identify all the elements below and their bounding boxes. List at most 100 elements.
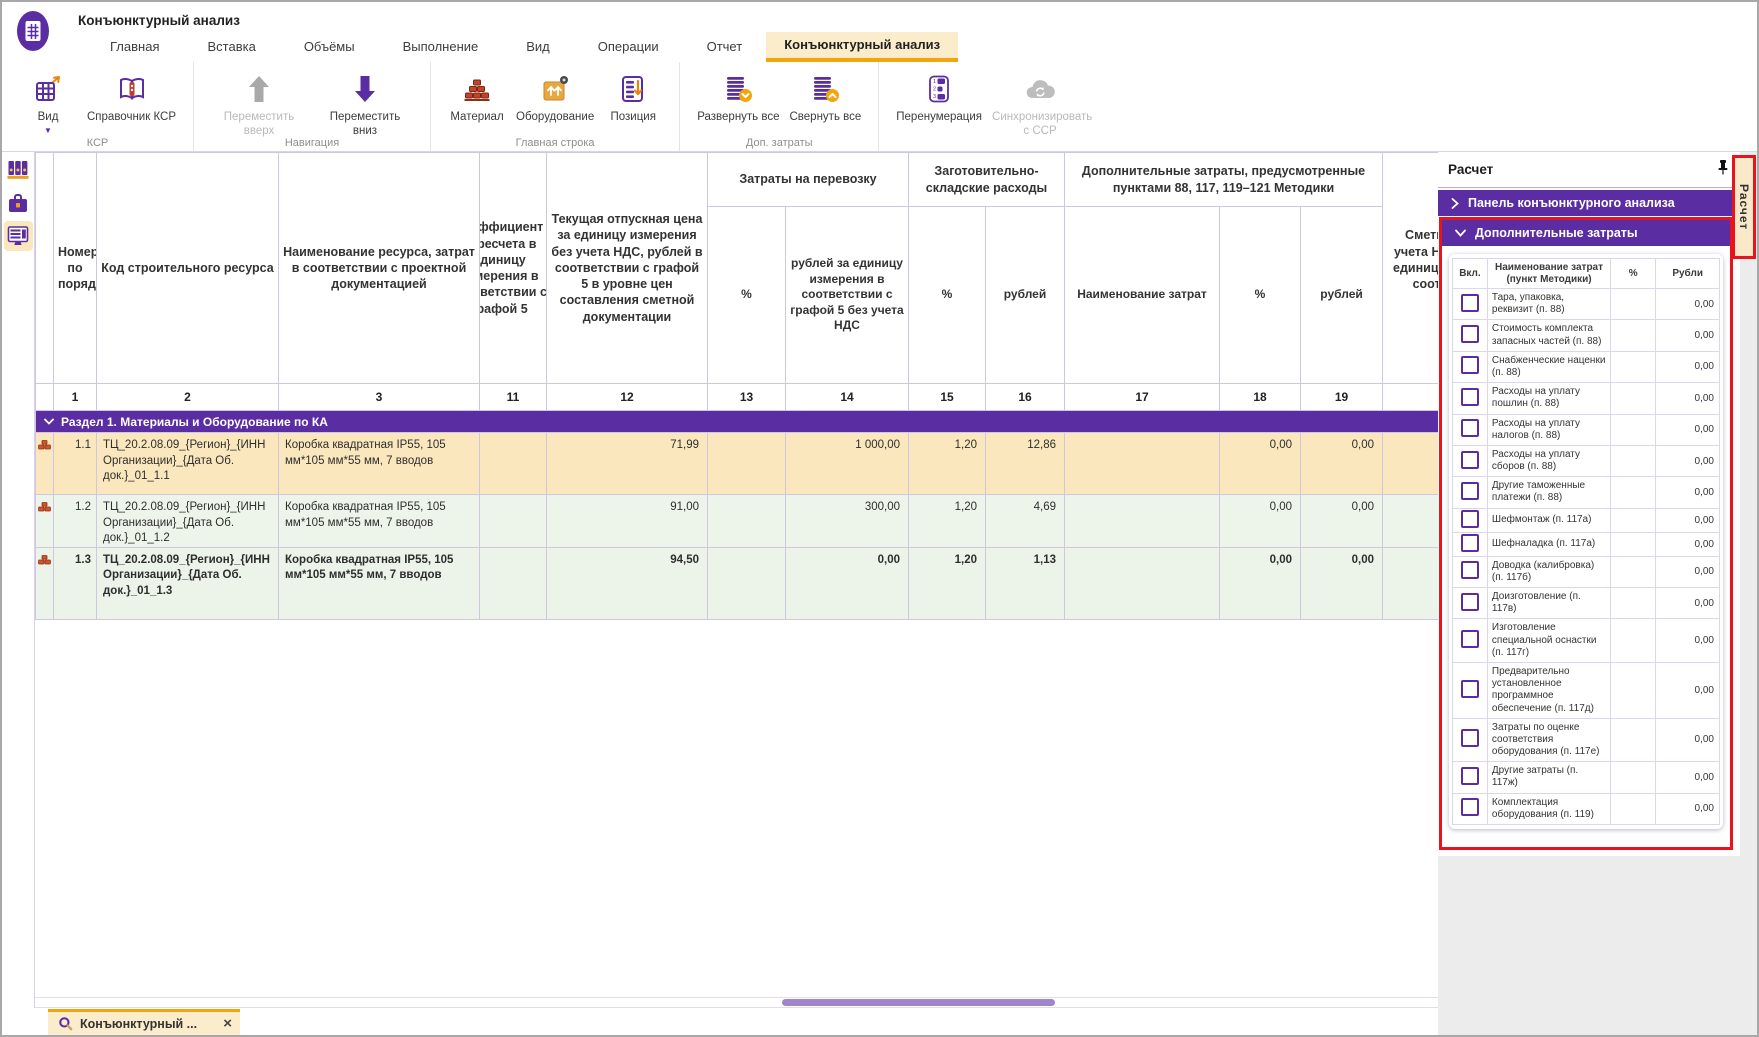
- cell-warehouse-rub[interactable]: 1,13: [986, 547, 1065, 619]
- cell-code[interactable]: ТЦ_20.2.08.09_{Регион}_{ИНН Организации}…: [97, 547, 279, 619]
- cell-price[interactable]: 94,50: [547, 547, 708, 619]
- tab-vypolnenie[interactable]: Выполнение: [379, 32, 503, 62]
- cost-pct[interactable]: [1611, 320, 1656, 351]
- equipment-button[interactable]: Оборудование: [511, 67, 599, 127]
- cell-code[interactable]: ТЦ_20.2.08.09_{Регион}_{ИНН Организации}…: [97, 433, 279, 495]
- tab-operacii[interactable]: Операции: [574, 32, 683, 62]
- scrollbar-thumb[interactable]: [782, 999, 1055, 1006]
- pin-icon[interactable]: [1716, 159, 1730, 180]
- cell-cost-name[interactable]: [1065, 495, 1220, 548]
- collapse-all-button[interactable]: Свернуть все: [785, 67, 867, 127]
- tab-vid[interactable]: Вид: [502, 32, 574, 62]
- cell-warehouse-rub[interactable]: 4,69: [986, 495, 1065, 548]
- cell-coef[interactable]: [480, 433, 547, 495]
- cell-cost-name[interactable]: [1065, 433, 1220, 495]
- expand-all-button[interactable]: Развернуть все: [692, 67, 784, 127]
- analysis-table-strip-button[interactable]: [4, 221, 33, 251]
- cell-warehouse-rub[interactable]: 12,86: [986, 433, 1065, 495]
- cell-coef[interactable]: [480, 495, 547, 548]
- analysis-panel-section[interactable]: Панель конъюнктурного анализа: [1438, 190, 1740, 216]
- tab-obyomy[interactable]: Объёмы: [280, 32, 379, 62]
- cell-warehouse-pct[interactable]: 1,20: [909, 433, 986, 495]
- cell-cost-name[interactable]: [1065, 547, 1220, 619]
- cost-rub[interactable]: 0,00: [1656, 588, 1720, 619]
- cell-transport-rub[interactable]: 1 000,00: [786, 433, 909, 495]
- cost-rub[interactable]: 0,00: [1656, 414, 1720, 445]
- cost-rub[interactable]: 0,00: [1656, 445, 1720, 476]
- cell-estimate[interactable]: [1383, 495, 1438, 548]
- cell-additional-pct[interactable]: 0,00: [1220, 547, 1301, 619]
- cost-rub[interactable]: 0,00: [1656, 508, 1720, 532]
- cell-transport-pct[interactable]: [708, 433, 786, 495]
- cost-pct[interactable]: [1611, 619, 1656, 663]
- cost-checkbox[interactable]: [1461, 534, 1479, 552]
- cell-coef[interactable]: [480, 547, 547, 619]
- ksr-handbook-button[interactable]: Справочник КСР: [82, 67, 181, 127]
- cost-rub[interactable]: 0,00: [1656, 289, 1720, 320]
- material-button[interactable]: Материал: [443, 67, 511, 127]
- cell-num[interactable]: 1.1: [54, 433, 97, 495]
- cost-rub[interactable]: 0,00: [1656, 662, 1720, 718]
- cost-checkbox[interactable]: [1461, 388, 1479, 406]
- cost-checkbox[interactable]: [1461, 294, 1479, 312]
- cell-num[interactable]: 1.2: [54, 495, 97, 548]
- cell-additional-pct[interactable]: 0,00: [1220, 495, 1301, 548]
- cell-additional-pct[interactable]: 0,00: [1220, 433, 1301, 495]
- cost-rub[interactable]: 0,00: [1656, 477, 1720, 508]
- cell-price[interactable]: 71,99: [547, 433, 708, 495]
- cost-checkbox[interactable]: [1461, 729, 1479, 747]
- cost-checkbox[interactable]: [1461, 482, 1479, 500]
- cost-checkbox[interactable]: [1461, 767, 1479, 785]
- cell-price[interactable]: 91,00: [547, 495, 708, 548]
- cell-estimate[interactable]: [1383, 433, 1438, 495]
- cell-warehouse-pct[interactable]: 1,20: [909, 547, 986, 619]
- cost-pct[interactable]: [1611, 532, 1656, 556]
- cost-checkbox[interactable]: [1461, 561, 1479, 579]
- cost-checkbox[interactable]: [1461, 630, 1479, 648]
- cell-additional-rub[interactable]: 0,00: [1301, 495, 1383, 548]
- cost-rub[interactable]: 0,00: [1656, 532, 1720, 556]
- cost-pct[interactable]: [1611, 662, 1656, 718]
- cost-pct[interactable]: [1611, 351, 1656, 382]
- table-row[interactable]: 1.2 ТЦ_20.2.08.09_{Регион}_{ИНН Организа…: [36, 495, 1439, 548]
- additional-costs-section[interactable]: Дополнительные затраты: [1442, 220, 1730, 246]
- cost-pct[interactable]: [1611, 588, 1656, 619]
- tab-otchet[interactable]: Отчет: [683, 32, 767, 62]
- cost-checkbox[interactable]: [1461, 451, 1479, 469]
- cost-checkbox[interactable]: [1461, 680, 1479, 698]
- cell-transport-rub[interactable]: 0,00: [786, 547, 909, 619]
- briefcase-strip-button[interactable]: [4, 188, 33, 218]
- cost-pct[interactable]: [1611, 508, 1656, 532]
- cost-pct[interactable]: [1611, 289, 1656, 320]
- cost-checkbox[interactable]: [1461, 325, 1479, 343]
- references-strip-button[interactable]: [4, 155, 33, 185]
- cell-additional-rub[interactable]: 0,00: [1301, 433, 1383, 495]
- cost-rub[interactable]: 0,00: [1656, 762, 1720, 793]
- section-row[interactable]: Раздел 1. Материалы и Оборудование по КА: [36, 411, 1439, 433]
- cost-pct[interactable]: [1611, 477, 1656, 508]
- cost-checkbox[interactable]: [1461, 798, 1479, 816]
- cell-name[interactable]: Коробка квадратная IP55, 105 мм*105 мм*5…: [279, 433, 480, 495]
- cost-pct[interactable]: [1611, 718, 1656, 762]
- move-down-button[interactable]: Переместить вниз: [312, 67, 418, 140]
- cell-warehouse-pct[interactable]: 1,20: [909, 495, 986, 548]
- tab-konyunkturny-analiz[interactable]: Конъюнктурный анализ: [766, 32, 958, 62]
- cost-rub[interactable]: 0,00: [1656, 718, 1720, 762]
- cost-rub[interactable]: 0,00: [1656, 556, 1720, 587]
- horizontal-scrollbar[interactable]: [35, 997, 1438, 1008]
- cost-pct[interactable]: [1611, 793, 1656, 824]
- cost-rub[interactable]: 0,00: [1656, 351, 1720, 382]
- table-row[interactable]: 1.1 ТЦ_20.2.08.09_{Регион}_{ИНН Организа…: [36, 433, 1439, 495]
- cell-num[interactable]: 1.3: [54, 547, 97, 619]
- cost-checkbox[interactable]: [1461, 356, 1479, 374]
- cost-rub[interactable]: 0,00: [1656, 383, 1720, 414]
- renumber-button[interactable]: 123 Перенумерация: [891, 67, 987, 127]
- cell-transport-pct[interactable]: [708, 495, 786, 548]
- cost-checkbox[interactable]: [1461, 593, 1479, 611]
- cell-name[interactable]: Коробка квадратная IP55, 105 мм*105 мм*5…: [279, 495, 480, 548]
- cost-pct[interactable]: [1611, 556, 1656, 587]
- cost-rub[interactable]: 0,00: [1656, 320, 1720, 351]
- cost-pct[interactable]: [1611, 762, 1656, 793]
- cell-code[interactable]: ТЦ_20.2.08.09_{Регион}_{ИНН Организации}…: [97, 495, 279, 548]
- cell-additional-rub[interactable]: 0,00: [1301, 547, 1383, 619]
